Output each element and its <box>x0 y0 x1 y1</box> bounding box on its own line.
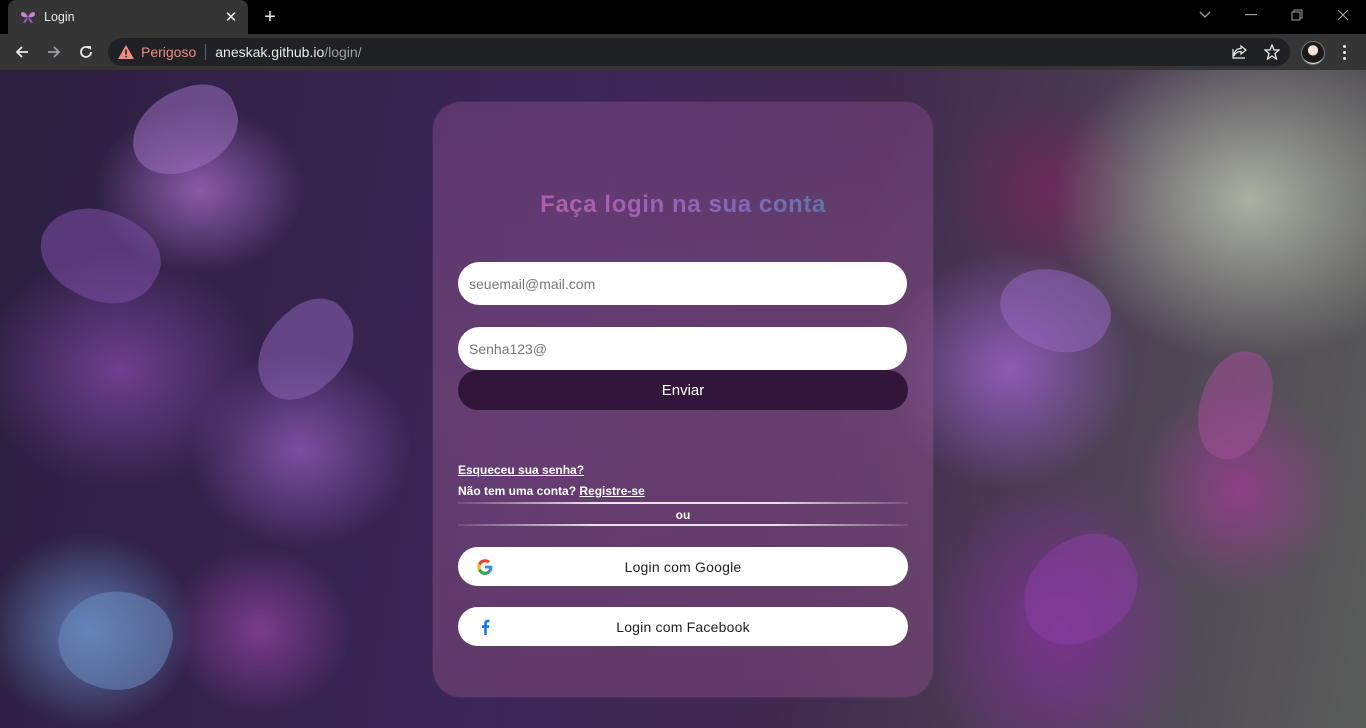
background-flower <box>988 250 1122 370</box>
plus-icon[interactable]: + <box>258 5 282 29</box>
avatar[interactable] <box>1301 41 1325 65</box>
facebook-button-label: Login com Facebook <box>616 618 750 635</box>
facebook-login-button[interactable]: Login com Facebook <box>458 607 908 646</box>
background-flower <box>1190 344 1280 466</box>
background-flower <box>46 574 184 706</box>
browser-tab-strip: Login ✕ + <box>0 0 1366 34</box>
page-background: Faça login na sua conta Enviar Esqueceu … <box>0 70 1366 728</box>
divider-top <box>458 502 908 504</box>
browser-tab[interactable]: Login ✕ <box>8 0 248 34</box>
google-button-label: Login com Google <box>624 558 742 575</box>
background-flower <box>1004 519 1156 661</box>
background-flower <box>237 284 373 416</box>
restore-icon[interactable] <box>1284 4 1310 26</box>
background-flower <box>119 73 251 187</box>
chevron-down-icon[interactable] <box>1192 4 1218 26</box>
address-bar[interactable]: Perigoso aneskak.github.io/login/ <box>108 38 1290 66</box>
no-account-text: Não tem uma conta? <box>458 484 577 498</box>
window-close-icon[interactable] <box>1330 4 1356 26</box>
browser-toolbar: Perigoso aneskak.github.io/login/ <box>0 34 1366 70</box>
butterfly-favicon-icon <box>20 9 36 25</box>
google-login-button[interactable]: Login com Google <box>458 547 908 586</box>
reload-icon[interactable] <box>72 38 100 66</box>
login-card: Faça login na sua conta Enviar Esqueceu … <box>433 102 933 697</box>
register-line: Não tem uma conta? Registre-se <box>458 484 645 498</box>
star-icon[interactable] <box>1262 42 1282 62</box>
forgot-password-line: Esqueceu sua senha? <box>458 463 584 477</box>
close-icon[interactable]: ✕ <box>220 6 242 28</box>
google-icon <box>476 558 493 575</box>
login-title: Faça login na sua conta <box>433 191 933 219</box>
divider-bottom <box>458 524 908 526</box>
submit-button[interactable]: Enviar <box>458 370 908 410</box>
back-arrow-icon[interactable] <box>8 38 36 66</box>
url-path: /login/ <box>324 44 362 60</box>
address-separator <box>205 44 207 60</box>
url-host: aneskak.github.io <box>215 44 325 60</box>
kebab-menu-icon[interactable] <box>1334 39 1354 65</box>
register-link[interactable]: Registre-se <box>579 484 644 498</box>
password-field[interactable] <box>458 327 907 370</box>
forgot-password-link[interactable]: Esqueceu sua senha? <box>458 463 584 477</box>
facebook-icon <box>476 618 493 635</box>
warning-icon <box>118 44 134 60</box>
security-status[interactable]: Perigoso <box>141 44 196 60</box>
email-field[interactable] <box>458 262 907 305</box>
or-separator: ou <box>675 508 691 522</box>
omnibox-actions <box>1230 42 1282 62</box>
minimize-icon[interactable] <box>1238 4 1264 26</box>
background-flower <box>25 186 175 324</box>
forward-arrow-icon[interactable] <box>40 38 68 66</box>
tab-title: Login <box>44 10 75 24</box>
share-icon[interactable] <box>1230 42 1250 62</box>
